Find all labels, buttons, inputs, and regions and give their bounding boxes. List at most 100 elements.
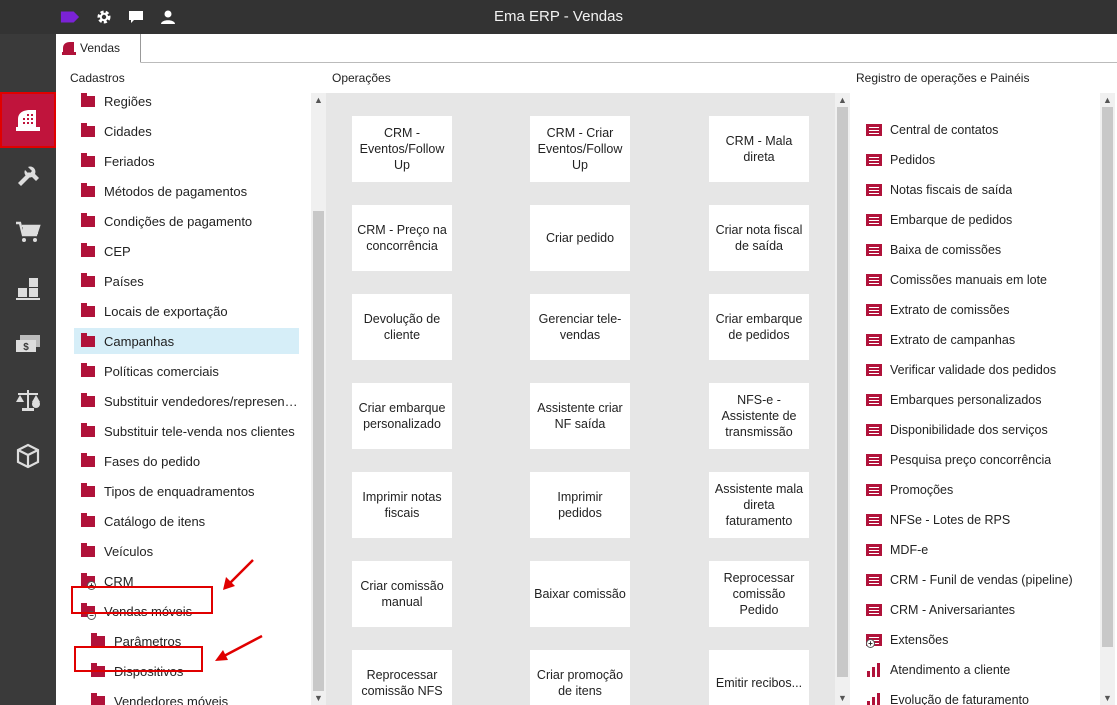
folder-icon [81, 512, 95, 527]
op-tile-reprocessar-comissao-nfs[interactable]: Reprocessar comissão NFS [352, 650, 452, 705]
cash-register-icon [62, 42, 76, 55]
registro-item-atendimento-a-cliente[interactable]: Atendimento a cliente [866, 659, 1086, 681]
cart-icon [16, 221, 41, 242]
op-tile-baixar-comissao[interactable]: Baixar comissão [530, 561, 630, 627]
tree-item-condicoes-de-pagamento[interactable]: Condições de pagamento [56, 208, 301, 234]
tag-icon[interactable] [60, 7, 80, 27]
tree-item-substituir-vendedores-representantes[interactable]: Substituir vendedores/representantes [56, 388, 301, 414]
cadastros-title: Cadastros [70, 71, 125, 85]
scroll-up-icon[interactable]: ▲ [835, 93, 850, 107]
op-tile-assistente-criar-nf-saida[interactable]: Assistente criar NF saída [530, 383, 630, 449]
scroll-thumb[interactable] [313, 211, 324, 691]
expand-icon[interactable]: + [866, 639, 875, 648]
op-tile-assistente-mala-direta-faturamento[interactable]: Assistente mala direta faturamento [709, 472, 809, 538]
tree-item-catalogo-de-itens[interactable]: Catálogo de itens [56, 508, 301, 534]
op-tile-imprimir-notas-fiscais[interactable]: Imprimir notas fiscais [352, 472, 452, 538]
tree-item-fases-do-pedido[interactable]: Fases do pedido [56, 448, 301, 474]
folder-icon [81, 452, 95, 467]
op-tile-label: Criar embarque de pedidos [715, 312, 803, 342]
tree-item-feriados[interactable]: Feriados [56, 148, 301, 174]
registro-item-embarque-de-pedidos[interactable]: Embarque de pedidos [866, 209, 1086, 231]
scroll-down-icon[interactable]: ▼ [1100, 691, 1115, 705]
registro-item-promocoes[interactable]: Promoções [866, 479, 1086, 501]
op-tile-criar-embarque-de-pedidos[interactable]: Criar embarque de pedidos [709, 294, 809, 360]
tree-item-paises[interactable]: Países [56, 268, 301, 294]
op-tile-crm-criar-eventos-follow-up[interactable]: CRM - Criar Eventos/Follow Up [530, 116, 630, 182]
op-tile-criar-comissao-manual[interactable]: Criar comissão manual [352, 561, 452, 627]
registro-scrollbar[interactable]: ▲ ▼ [1100, 93, 1115, 705]
registro-item-evolucao-de-faturamento[interactable]: Evolução de faturamento [866, 689, 1086, 705]
cadastros-scrollbar[interactable]: ▲ ▼ [311, 93, 326, 705]
op-tile-devolucao-de-cliente[interactable]: Devolução de cliente [352, 294, 452, 360]
op-tile-crm-mala-direta[interactable]: CRM - Mala direta [709, 116, 809, 182]
registro-item-label: Central de contatos [890, 123, 999, 137]
registro-item-pesquisa-preco-concorrencia[interactable]: Pesquisa preço concorrência [866, 449, 1086, 471]
tab-vendas[interactable]: Vendas [56, 34, 141, 63]
registro-item-baixa-de-comissoes[interactable]: Baixa de comissões [866, 239, 1086, 261]
registro-item-central-de-contatos[interactable]: Central de contatos [866, 119, 1086, 141]
registro-item-label: Baixa de comissões [890, 243, 1002, 257]
list-icon [866, 304, 882, 316]
op-tile-criar-pedido[interactable]: Criar pedido [530, 205, 630, 271]
registro-item-label: CRM - Aniversariantes [890, 603, 1016, 617]
registro-item-comissoes-manuais-em-lote[interactable]: Comissões manuais em lote [866, 269, 1086, 291]
scroll-down-icon[interactable]: ▼ [311, 691, 326, 705]
scroll-thumb[interactable] [837, 107, 848, 677]
registro-item-verificar-validade-dos-pedidos[interactable]: Verificar validade dos pedidos [866, 359, 1086, 381]
op-tile-label: Criar comissão manual [360, 579, 444, 609]
registro-item-extensoes[interactable]: + Extensões [866, 629, 1086, 651]
tree-item-substituir-tele-venda-nos-clientes[interactable]: Substituir tele-venda nos clientes [56, 418, 301, 444]
scroll-thumb[interactable] [1102, 107, 1113, 647]
svg-text:$: $ [23, 342, 29, 353]
registro-item-mdf-e[interactable]: MDF-e [866, 539, 1086, 561]
registro-item-label: Notas fiscais de saída [890, 183, 1013, 197]
tree-item-campanhas[interactable]: Campanhas [74, 328, 299, 354]
registro-item-pedidos[interactable]: Pedidos [866, 149, 1086, 171]
op-tile-imprimir-pedidos[interactable]: Imprimir pedidos [530, 472, 630, 538]
op-tile-reprocessar-comissao-pedido[interactable]: Reprocessar comissão Pedido [709, 561, 809, 627]
sidebar-item-tools[interactable] [0, 148, 56, 204]
registro-item-extrato-de-campanhas[interactable]: Extrato de campanhas [866, 329, 1086, 351]
registro-item-embarques-personalizados[interactable]: Embarques personalizados [866, 389, 1086, 411]
tree-item-politicas-comerciais[interactable]: Políticas comerciais [56, 358, 301, 384]
tree-item-locais-de-exportacao[interactable]: Locais de exportação [56, 298, 301, 324]
sidebar-item-vendas[interactable] [0, 92, 56, 148]
user-icon[interactable] [158, 7, 178, 27]
sidebar-item-inventory[interactable] [0, 260, 56, 316]
operacoes-scrollbar[interactable]: ▲ ▼ [835, 93, 850, 705]
tree-item-vendedores-moveis[interactable]: Vendedores móveis [56, 688, 301, 705]
tree-item-veiculos[interactable]: Veículos [56, 538, 301, 564]
chat-icon[interactable] [126, 7, 146, 27]
tree-item-cidades[interactable]: Cidades [56, 118, 301, 144]
op-tile-label: Assistente mala direta faturamento [714, 482, 804, 528]
scroll-up-icon[interactable]: ▲ [311, 93, 326, 107]
tree-item-tipos-de-enquadramentos[interactable]: Tipos de enquadramentos [56, 478, 301, 504]
sidebar-item-finance[interactable]: $ [0, 316, 56, 372]
op-tile-criar-promocao-de-itens[interactable]: Criar promoção de itens [530, 650, 630, 705]
op-tile-criar-embarque-personalizado[interactable]: Criar embarque personalizado [352, 383, 452, 449]
sidebar-item-cart[interactable] [0, 204, 56, 260]
op-tile-label: Imprimir notas fiscais [362, 490, 442, 520]
op-tile-crm-preco-na-concorrencia[interactable]: CRM - Preço na concorrência [352, 205, 452, 271]
registro-item-extrato-de-comissoes[interactable]: Extrato de comissões [866, 299, 1086, 321]
registro-item-crm-aniversariantes[interactable]: CRM - Aniversariantes [866, 599, 1086, 621]
sidebar-item-packages[interactable] [0, 428, 56, 484]
scroll-down-icon[interactable]: ▼ [835, 691, 850, 705]
scroll-up-icon[interactable]: ▲ [1100, 93, 1115, 107]
op-tile-gerenciar-tele-vendas[interactable]: Gerenciar tele-vendas [530, 294, 630, 360]
tree-item-metodos-de-pagamentos[interactable]: Métodos de pagamentos [56, 178, 301, 204]
op-tile-label: Criar embarque personalizado [358, 401, 446, 431]
registro-item-notas-fiscais-de-saida[interactable]: Notas fiscais de saída [866, 179, 1086, 201]
op-tile-criar-nota-fiscal-de-saida[interactable]: Criar nota fiscal de saída [709, 205, 809, 271]
tree-item-regioes[interactable]: Regiões [56, 93, 301, 114]
registro-item-crm-funil-de-vendas-pipeline[interactable]: CRM - Funil de vendas (pipeline) [866, 569, 1086, 591]
registro-item-disponibilidade-dos-servicos[interactable]: Disponibilidade dos serviços [866, 419, 1086, 441]
tree-item-cep[interactable]: CEP [56, 238, 301, 264]
op-tile-emitir-recibos[interactable]: Emitir recibos... [709, 650, 809, 705]
op-tile-nfs-e-assistente-de-transmissao[interactable]: NFS-e - Assistente de transmissão [709, 383, 809, 449]
op-tile-label: Reprocessar comissão Pedido [723, 571, 795, 617]
registro-item-nfse-lotes-de-rps[interactable]: NFSe - Lotes de RPS [866, 509, 1086, 531]
sidebar-item-accounting[interactable] [0, 372, 56, 428]
gear-icon[interactable] [94, 7, 114, 27]
op-tile-crm-eventos-follow-up[interactable]: CRM - Eventos/Follow Up [352, 116, 452, 182]
